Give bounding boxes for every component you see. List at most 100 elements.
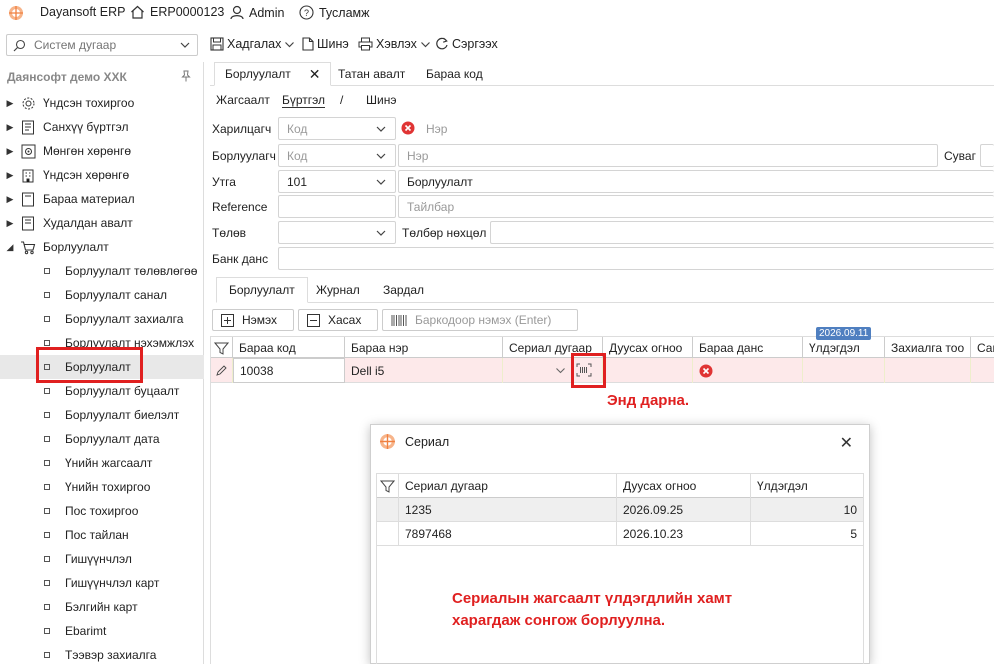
home-icon xyxy=(131,5,144,19)
customer-label: Харилцагч xyxy=(212,122,272,136)
barcode-icon xyxy=(391,314,407,326)
save-button[interactable]: Хадгалах xyxy=(210,37,295,51)
expand-arrow-icon[interactable]: ▶ xyxy=(2,170,18,181)
barcode-add-input[interactable]: Баркодоор нэмэх (Enter) xyxy=(382,309,578,331)
filter-icon[interactable] xyxy=(211,337,233,359)
print-button[interactable]: Хэвлэх xyxy=(358,37,431,51)
list-link[interactable]: Жагсаалт xyxy=(216,93,270,107)
status-select[interactable] xyxy=(278,221,396,244)
table-row[interactable]: 1235 2026.09.25 10 xyxy=(377,498,863,522)
type-name-input[interactable]: Борлуулалт xyxy=(398,170,994,193)
refresh-button[interactable]: Сэргээх xyxy=(435,37,498,51)
add-line-button[interactable]: Нэмэх xyxy=(212,309,294,331)
expand-arrow-icon[interactable]: ▶ xyxy=(2,194,18,205)
sidebar-subitem[interactable]: Бэлгийн карт xyxy=(0,595,204,619)
tab-expenses[interactable]: Зардал xyxy=(371,277,436,303)
expand-arrow-icon[interactable]: ▶ xyxy=(2,146,18,157)
chevron-down-icon[interactable] xyxy=(375,176,387,188)
col-item-code[interactable]: Бараа код xyxy=(233,337,345,359)
col-expiry-date[interactable]: Дуусах огноо xyxy=(617,474,751,498)
sidebar-subitem[interactable]: Пос тохиргоо xyxy=(0,499,204,523)
sidebar-subitem[interactable]: Үнийн тохиргоо xyxy=(0,475,204,499)
tab-sales[interactable]: Борлуулалт ✕ xyxy=(214,62,332,86)
col-more[interactable]: Сав xyxy=(971,337,994,359)
pin-icon[interactable] xyxy=(180,70,192,82)
cell-item-account[interactable] xyxy=(693,358,803,383)
chevron-down-icon[interactable] xyxy=(375,227,387,239)
sidebar-subitem[interactable]: Борлуулалт биелэлт xyxy=(0,403,204,427)
new-button[interactable]: Шинэ xyxy=(302,37,349,51)
sidebar-item-sales[interactable]: ◢ Борлуулалт xyxy=(0,235,204,259)
sidebar-subitem[interactable]: Тээвэр захиалга xyxy=(0,643,204,664)
sidebar-item-fixed-assets[interactable]: ▶ Үндсэн хөрөнгө xyxy=(0,163,204,187)
system-number-input[interactable] xyxy=(34,38,174,52)
sidebar-subitem[interactable]: Борлуулалт захиалга xyxy=(0,307,204,331)
minus-square-icon xyxy=(307,313,320,327)
payment-terms-input[interactable] xyxy=(490,221,994,244)
col-serial-number[interactable]: Сериал дугаар xyxy=(399,474,617,498)
chevron-down-icon[interactable] xyxy=(375,150,387,162)
home-db-link[interactable]: ERP0000123 xyxy=(130,5,224,19)
col-expiry-date[interactable]: Дуусах огноо xyxy=(603,337,693,359)
remove-line-button[interactable]: Хасах xyxy=(298,309,378,331)
table-row[interactable]: 7897468 2026.10.23 5 xyxy=(377,522,863,546)
collapse-arrow-icon[interactable]: ◢ xyxy=(2,242,18,253)
customer-name-input[interactable]: Нэр xyxy=(398,117,994,140)
bullet-icon xyxy=(44,628,50,634)
sidebar-subitem[interactable]: Борлуулалт төлөвлөгөө xyxy=(0,259,204,283)
new-link[interactable]: Шинэ xyxy=(366,93,396,107)
cell-expiry-date[interactable] xyxy=(603,358,693,383)
sidebar-item-inventory[interactable]: ▶ Бараа материал xyxy=(0,187,204,211)
cell-order-qty[interactable] xyxy=(885,358,971,383)
sidebar-subitem[interactable]: Ebarimt xyxy=(0,619,204,643)
channel-input[interactable] xyxy=(980,144,994,167)
sidebar-subitem[interactable]: Борлуулалт дата xyxy=(0,427,204,451)
help-link[interactable]: ? Тусламж xyxy=(299,5,370,20)
customer-code-input[interactable]: Код xyxy=(278,117,396,140)
chevron-down-icon[interactable] xyxy=(375,123,387,135)
reference-input[interactable] xyxy=(278,195,396,218)
col-balance[interactable]: Үлдэгдэл xyxy=(751,474,863,498)
sidebar-item-purchase[interactable]: ▶ Худалдан авалт xyxy=(0,211,204,235)
system-number-search[interactable] xyxy=(6,34,198,56)
chevron-down-icon[interactable] xyxy=(179,39,191,51)
chevron-down-icon[interactable] xyxy=(420,39,431,50)
tab-item-code[interactable]: Бараа код xyxy=(416,62,493,86)
seller-name-input[interactable]: Нэр xyxy=(398,144,938,167)
sidebar-subitem[interactable]: Борлуулалт санал xyxy=(0,283,204,307)
type-code-input[interactable]: 101 xyxy=(278,170,396,193)
sidebar-subitem[interactable]: Пос тайлан xyxy=(0,523,204,547)
cell-balance[interactable] xyxy=(803,358,885,383)
sidebar-subitem[interactable]: Гишүүнчлэл карт xyxy=(0,571,204,595)
sidebar-subitem[interactable]: Гишүүнчлэл xyxy=(0,547,204,571)
tab-sales-lines[interactable]: Борлуулалт xyxy=(216,277,308,303)
expand-arrow-icon[interactable]: ▶ xyxy=(2,98,18,109)
cell-qty: 5 xyxy=(850,527,857,541)
col-balance[interactable]: Үлдэгдэл xyxy=(803,337,885,359)
col-order-qty[interactable]: Захиалга тоо xyxy=(885,337,971,359)
close-icon[interactable]: ✕ xyxy=(840,433,853,453)
sidebar-item-finance[interactable]: ▶ Санхүү бүртгэл xyxy=(0,115,204,139)
seller-code-input[interactable]: Код xyxy=(278,144,396,167)
tab-journal[interactable]: Журнал xyxy=(304,277,372,303)
tab-import[interactable]: Татан авалт xyxy=(328,62,415,86)
sidebar-subitem[interactable]: Үнийн жагсаалт xyxy=(0,451,204,475)
sidebar-item-cash[interactable]: ▶ Мөнгөн хөрөнгө xyxy=(0,139,204,163)
col-item-name[interactable]: Бараа нэр xyxy=(345,337,503,359)
col-item-account[interactable]: Бараа данс xyxy=(693,337,803,359)
bullet-icon xyxy=(44,340,50,346)
sidebar-item-general-settings[interactable]: ▶ Үндсэн тохиргоо xyxy=(0,91,204,115)
expand-arrow-icon[interactable]: ▶ xyxy=(2,218,18,229)
chevron-down-icon[interactable] xyxy=(284,39,295,50)
register-link[interactable]: Бүртгэл xyxy=(282,93,326,108)
description-input[interactable]: Тайлбар xyxy=(398,195,994,218)
close-icon[interactable]: ✕ xyxy=(309,66,321,83)
bank-account-input[interactable] xyxy=(278,247,994,270)
chevron-down-icon[interactable] xyxy=(555,365,566,376)
user-menu[interactable]: Admin xyxy=(230,5,284,20)
cell-item-name[interactable]: Dell i5 xyxy=(345,358,503,383)
cell-item-code[interactable]: 10038 xyxy=(233,358,345,383)
serial-grid: Сериал дугаар Дуусах огноо Үлдэгдэл 1235… xyxy=(376,473,864,664)
expand-arrow-icon[interactable]: ▶ xyxy=(2,122,18,133)
filter-icon[interactable] xyxy=(377,474,399,498)
